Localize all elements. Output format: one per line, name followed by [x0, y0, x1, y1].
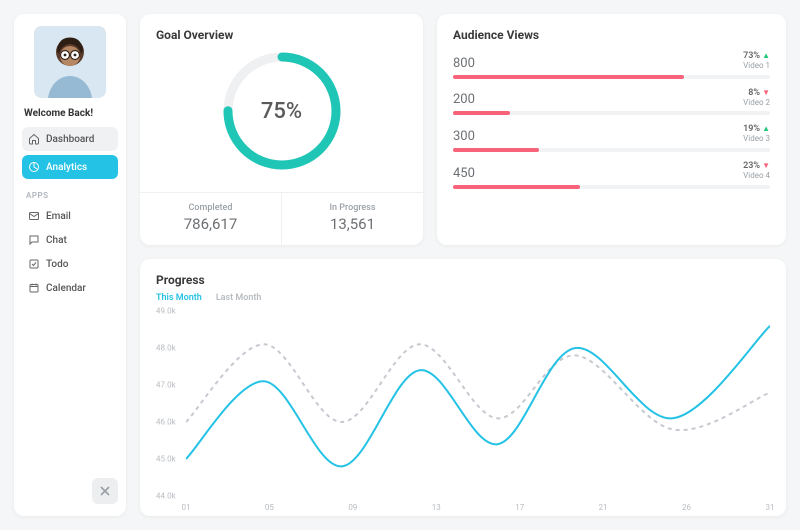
goal-donut: 75%: [217, 46, 347, 176]
sidebar-item-label: Email: [46, 211, 71, 222]
completed-value: 786,617: [140, 215, 281, 233]
audience-count: 200: [453, 92, 475, 107]
audience-row: 45023%▼Video 4: [453, 162, 770, 189]
audience-label: Video 1: [743, 62, 770, 71]
sidebar-item-analytics[interactable]: Analytics: [22, 155, 118, 179]
y-tick: 45.0k: [156, 455, 176, 464]
trend-up-icon: ▲: [762, 51, 770, 60]
x-tick: 17: [515, 503, 524, 512]
x-tick: 31: [766, 503, 775, 512]
audience-bar: [453, 75, 770, 79]
apps-section-label: APPS: [26, 191, 118, 200]
audience-label: Video 4: [743, 172, 770, 181]
sidebar-item-chat[interactable]: Chat: [22, 228, 118, 252]
audience-bar: [453, 148, 770, 152]
inprogress-stat: In Progress 13,561: [282, 193, 423, 245]
tab-this-month[interactable]: This Month: [156, 293, 202, 303]
sidebar-item-label: Chat: [46, 235, 67, 246]
audience-views-card: Audience Views 80073%▲Video 12008%▼Video…: [437, 14, 786, 245]
goal-title: Goal Overview: [156, 28, 407, 42]
analytics-icon: [28, 161, 40, 173]
audience-label: Video 3: [743, 135, 770, 144]
audience-label: Video 2: [743, 99, 770, 108]
audience-row: 30019%▲Video 3: [453, 125, 770, 152]
x-tick: 26: [682, 503, 691, 512]
y-tick: 49.0k: [156, 307, 176, 316]
y-tick: 46.0k: [156, 418, 176, 427]
home-icon: [28, 133, 40, 145]
sidebar-item-email[interactable]: Email: [22, 204, 118, 228]
goal-percent: 75%: [217, 46, 347, 176]
sidebar-item-label: Todo: [46, 259, 68, 270]
progress-card: Progress This Month Last Month 49.0k 48.0…: [140, 259, 786, 516]
sidebar-item-label: Analytics: [46, 162, 87, 173]
x-tick: 09: [348, 503, 357, 512]
audience-count: 450: [453, 166, 475, 181]
sidebar-item-calendar[interactable]: Calendar: [22, 276, 118, 300]
avatar[interactable]: [34, 26, 106, 98]
x-tick: 13: [432, 503, 441, 512]
close-button[interactable]: [92, 478, 118, 504]
welcome-text: Welcome Back!: [24, 108, 118, 119]
completed-stat: Completed 786,617: [140, 193, 282, 245]
audience-row: 80073%▲Video 1: [453, 52, 770, 79]
trend-up-icon: ▲: [762, 124, 770, 133]
close-icon: [100, 486, 110, 496]
y-tick: 47.0k: [156, 381, 176, 390]
completed-label: Completed: [140, 203, 281, 213]
x-tick: 21: [599, 503, 608, 512]
audience-count: 300: [453, 129, 475, 144]
y-tick: 48.0k: [156, 344, 176, 353]
todo-icon: [28, 258, 40, 270]
inprogress-value: 13,561: [282, 215, 423, 233]
sidebar-item-todo[interactable]: Todo: [22, 252, 118, 276]
audience-bar: [453, 185, 770, 189]
audience-count: 800: [453, 56, 475, 71]
progress-title: Progress: [156, 273, 770, 287]
audience-title: Audience Views: [453, 28, 770, 42]
progress-chart: 49.0k 48.0k 47.0k 46.0k 45.0k 44.0k 01 05 09 13 17…: [156, 307, 770, 510]
trend-down-icon: ▼: [762, 161, 770, 170]
calendar-icon: [28, 282, 40, 294]
sidebar-item-label: Calendar: [46, 283, 86, 294]
email-icon: [28, 210, 40, 222]
sidebar: Welcome Back! Dashboard Analytics APPS E…: [14, 14, 126, 516]
tab-last-month[interactable]: Last Month: [216, 293, 262, 303]
x-tick: 01: [182, 503, 191, 512]
sidebar-item-dashboard[interactable]: Dashboard: [22, 127, 118, 151]
audience-bar: [453, 111, 770, 115]
sidebar-item-label: Dashboard: [46, 134, 94, 145]
inprogress-label: In Progress: [282, 203, 423, 213]
goal-overview-card: Goal Overview 75% Completed: [140, 14, 423, 245]
x-tick: 05: [265, 503, 274, 512]
chat-icon: [28, 234, 40, 246]
trend-down-icon: ▼: [762, 88, 770, 97]
audience-row: 2008%▼Video 2: [453, 89, 770, 116]
y-tick: 44.0k: [156, 492, 176, 501]
